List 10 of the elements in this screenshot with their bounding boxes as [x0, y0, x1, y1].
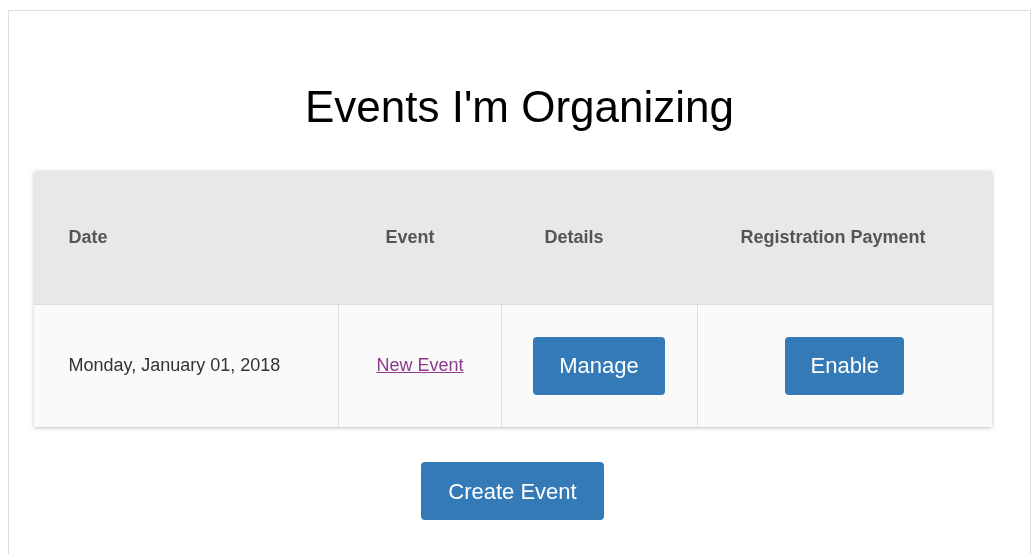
column-header: Date	[33, 171, 339, 304]
column-header: Registration Payment	[697, 171, 992, 304]
manage-button[interactable]: Manage	[533, 336, 665, 395]
enable-button[interactable]: Enable	[785, 336, 905, 395]
create-event-button[interactable]: Create Event	[421, 462, 604, 520]
page-title: Events I'm Organizing	[305, 81, 734, 133]
date-cell: Monday, January 01, 2018	[33, 304, 339, 427]
column-header: Event	[338, 171, 502, 304]
event-link[interactable]: New Event	[376, 355, 464, 376]
column-header: Details	[501, 171, 698, 304]
